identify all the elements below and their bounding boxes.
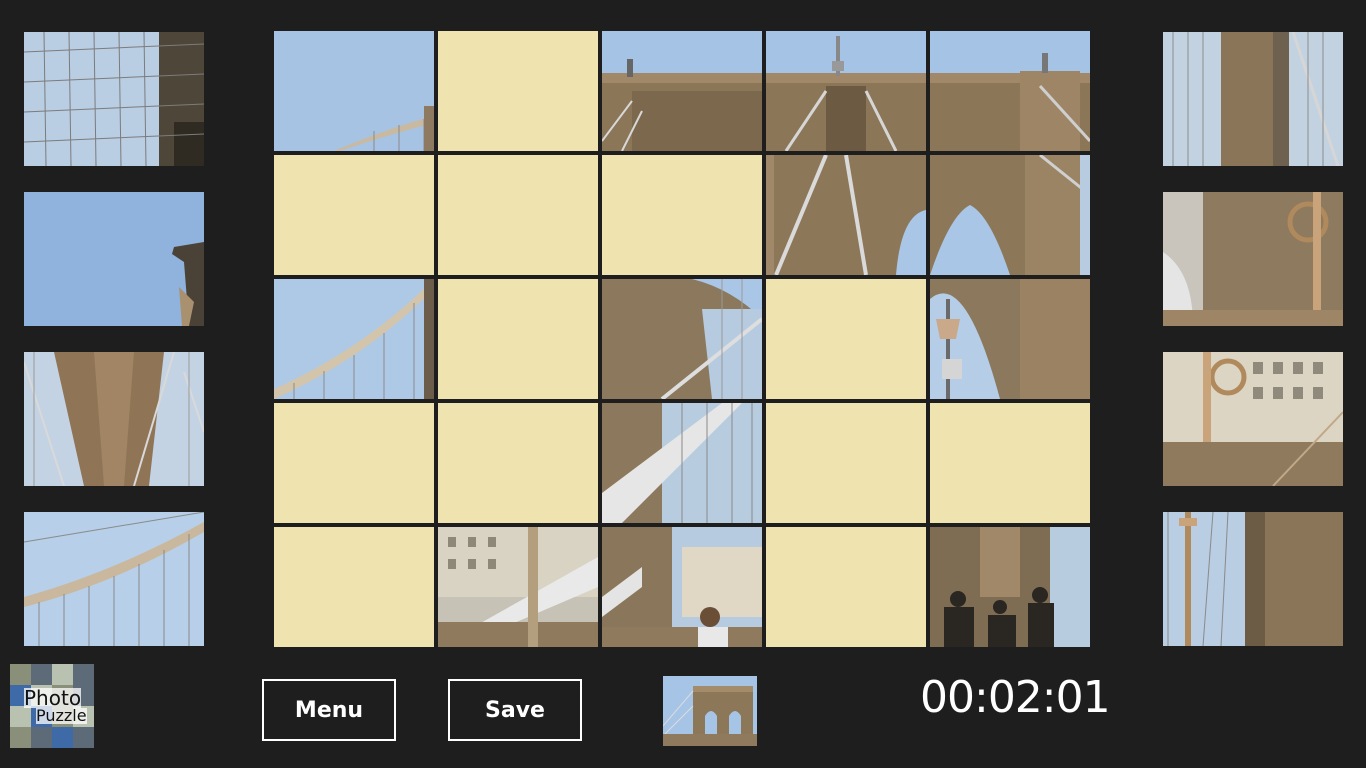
board-cell-placed[interactable]: [602, 31, 762, 151]
board-cell-placed[interactable]: [274, 279, 434, 399]
logo-text-line2: Puzzle: [36, 706, 87, 725]
right-piece-tray: [1163, 32, 1343, 672]
left-piece-tray: [24, 32, 204, 672]
board-cell-empty[interactable]: [438, 31, 598, 151]
board-cell-placed[interactable]: [930, 527, 1090, 647]
tray-piece[interactable]: [1163, 352, 1343, 486]
tray-piece[interactable]: [24, 32, 204, 166]
board-cell-empty[interactable]: [438, 403, 598, 523]
board-cell-empty[interactable]: [766, 279, 926, 399]
tray-piece[interactable]: [1163, 32, 1343, 166]
board-cell-empty[interactable]: [274, 527, 434, 647]
tray-piece[interactable]: [24, 192, 204, 326]
board-cell-placed[interactable]: [930, 155, 1090, 275]
tray-piece[interactable]: [1163, 192, 1343, 326]
board-cell-placed[interactable]: [274, 31, 434, 151]
board-cell-empty[interactable]: [438, 155, 598, 275]
board-cell-placed[interactable]: [930, 279, 1090, 399]
board-cell-placed[interactable]: [602, 527, 762, 647]
app-logo: Photo Puzzle: [10, 664, 94, 748]
board-cell-empty[interactable]: [602, 155, 762, 275]
board-cell-empty[interactable]: [438, 279, 598, 399]
logo-text-line1: Photo: [24, 686, 82, 710]
tray-piece[interactable]: [1163, 512, 1343, 646]
board-cell-placed[interactable]: [602, 279, 762, 399]
board-cell-empty[interactable]: [274, 155, 434, 275]
board-cell-placed[interactable]: [930, 31, 1090, 151]
puzzle-board: [274, 31, 1090, 647]
save-button[interactable]: Save: [448, 679, 582, 741]
board-cell-placed[interactable]: [602, 403, 762, 523]
board-cell-placed[interactable]: [766, 155, 926, 275]
tray-piece[interactable]: [24, 512, 204, 646]
tray-piece[interactable]: [24, 352, 204, 486]
board-cell-empty[interactable]: [766, 403, 926, 523]
menu-button[interactable]: Menu: [262, 679, 396, 741]
board-cell-placed[interactable]: [438, 527, 598, 647]
board-cell-placed[interactable]: [766, 31, 926, 151]
elapsed-timer: 00:02:01: [920, 672, 1111, 723]
board-cell-empty[interactable]: [766, 527, 926, 647]
board-cell-empty[interactable]: [930, 403, 1090, 523]
reference-image-thumbnail[interactable]: [663, 676, 757, 746]
board-cell-empty[interactable]: [274, 403, 434, 523]
puzzle-game-screen: Photo Puzzle Menu Save 00:02:01: [0, 0, 1366, 768]
